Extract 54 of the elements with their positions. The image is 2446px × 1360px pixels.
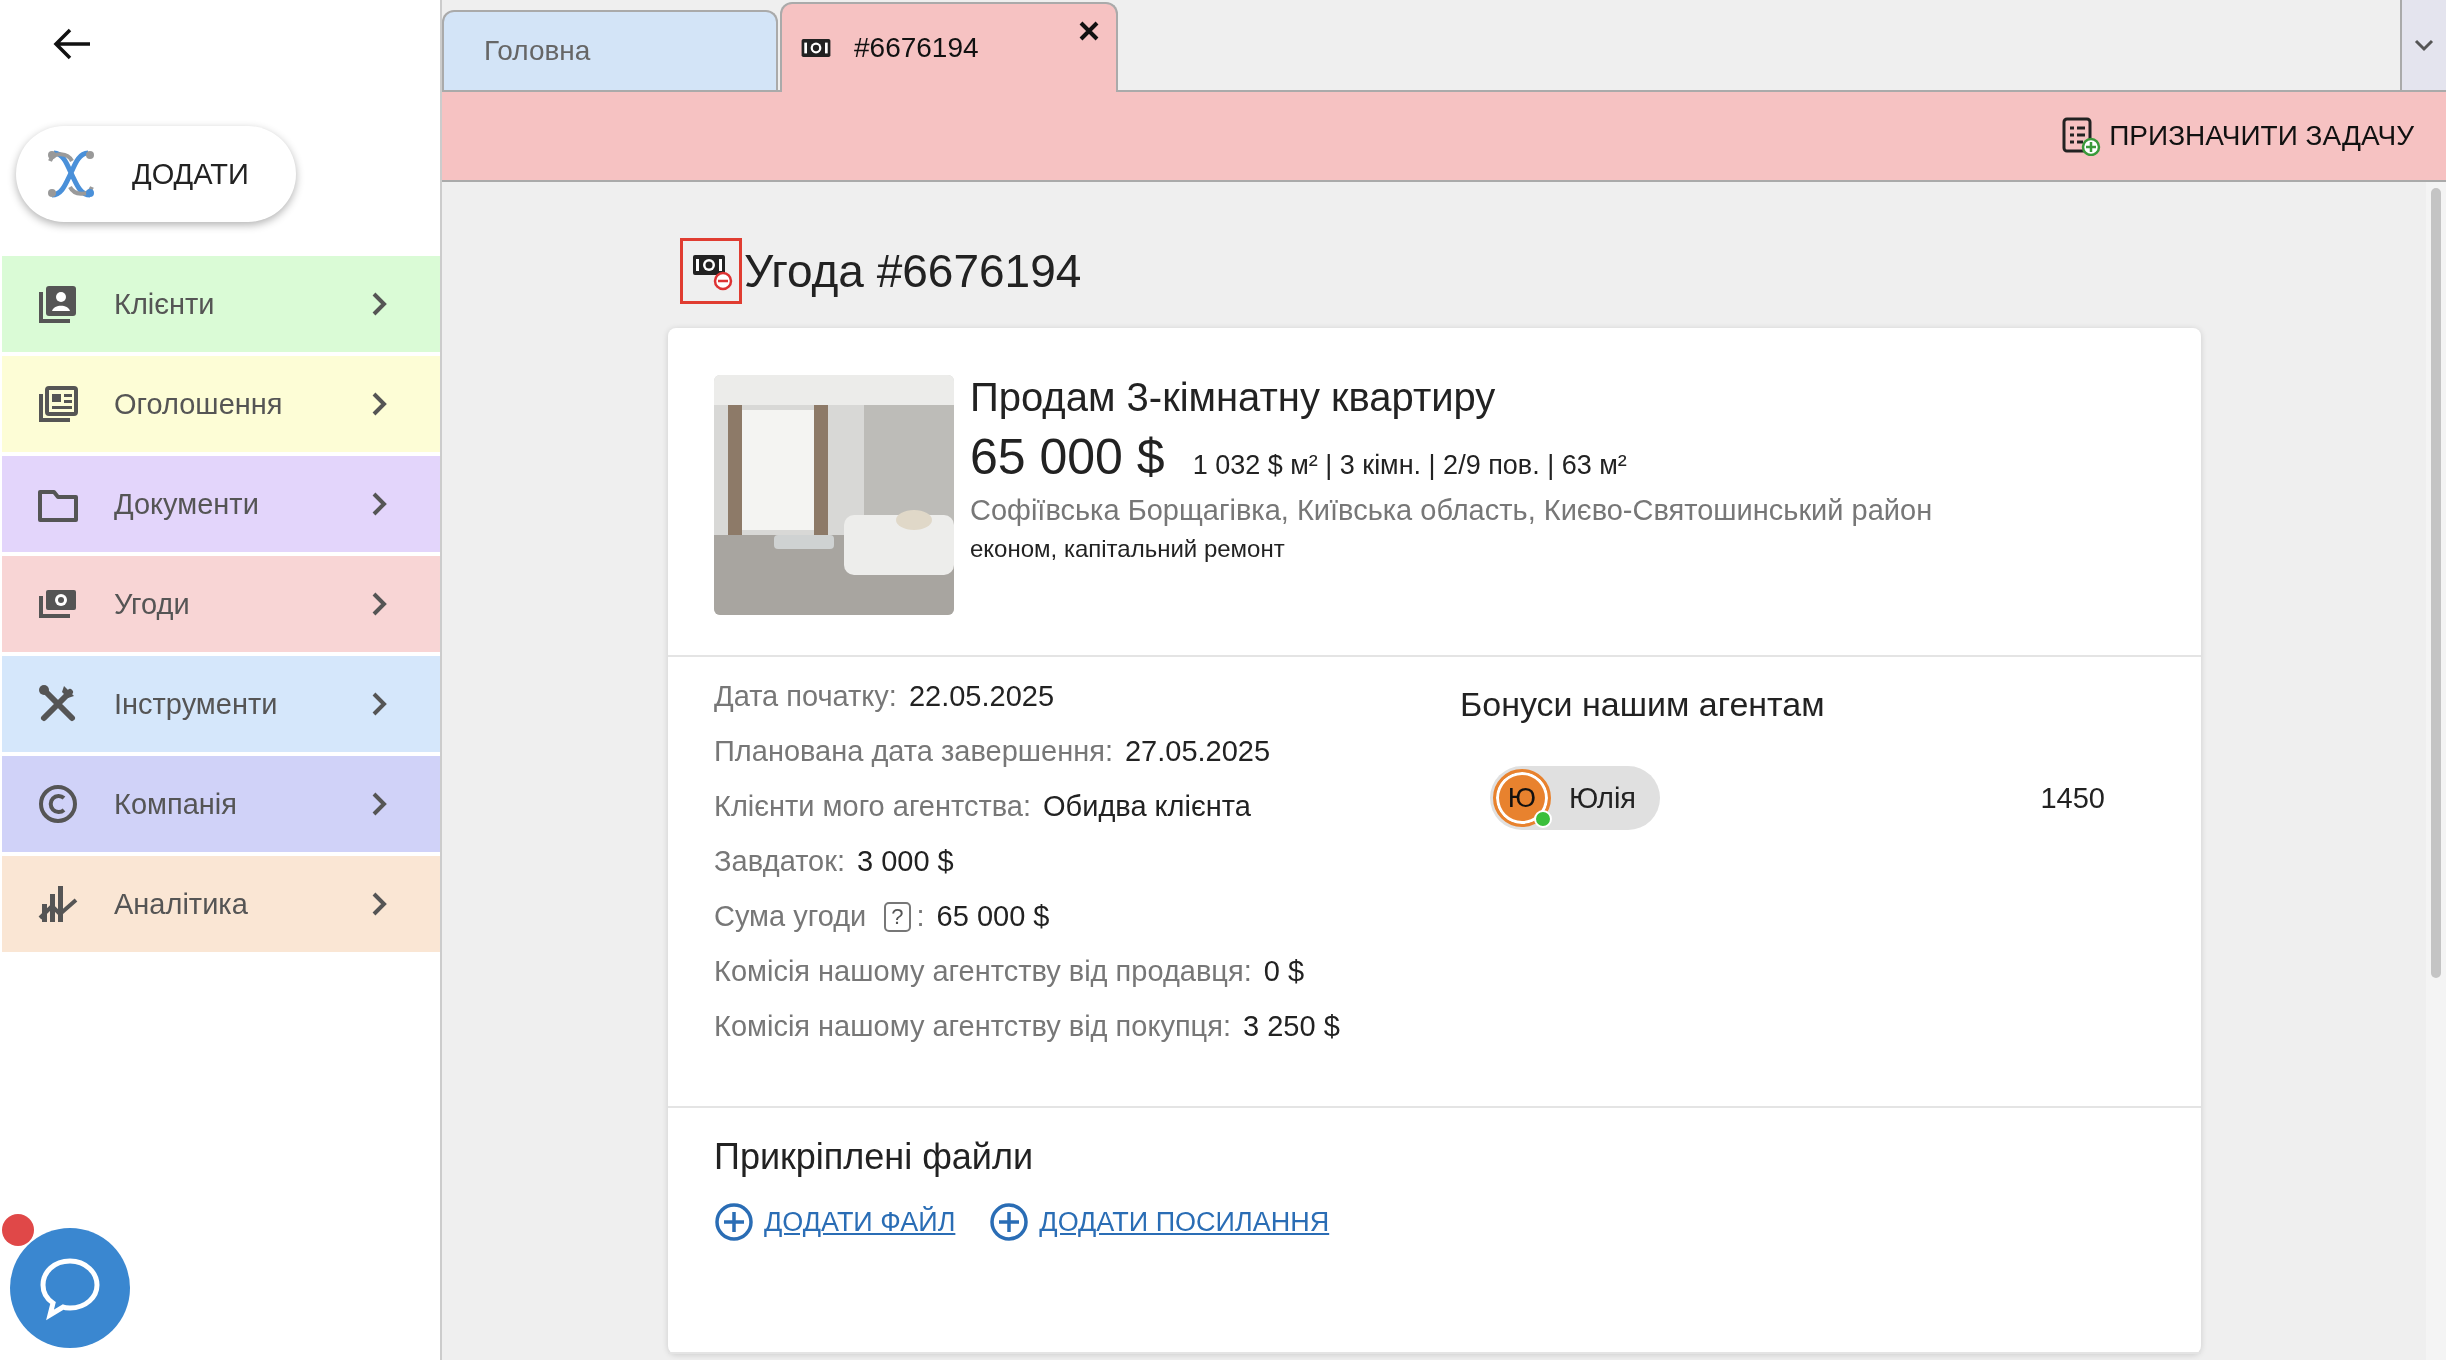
listing-specs: 1 032 $ м² | 3 кімн. | 2/9 пов. | 63 м² bbox=[1192, 450, 1627, 481]
detail-label: Клієнти мого агентства: bbox=[714, 789, 1032, 824]
bonus-amount: 1450 bbox=[2040, 781, 2105, 815]
detail-value: 3 000 $ bbox=[856, 844, 954, 879]
sidebar-item-label: Інструменти bbox=[114, 687, 279, 721]
sidebar-item[interactable]: Клієнти bbox=[2, 256, 440, 352]
assign-task-button[interactable]: ПРИЗНАЧИТИ ЗАДАЧУ bbox=[2055, 115, 2420, 157]
sidebar-item-label: Документи bbox=[114, 487, 260, 521]
add-button[interactable]: ДОДАТИ bbox=[16, 126, 296, 222]
agent-chip[interactable]: Ю Юлія bbox=[1490, 766, 1661, 830]
detail-label: Дата початку: bbox=[714, 679, 897, 714]
detail-label: Завдаток: bbox=[714, 844, 845, 879]
avatar: Ю bbox=[1493, 769, 1551, 827]
add-link[interactable]: ДОДАТИ ФАЙЛ bbox=[714, 1202, 956, 1242]
tab[interactable]: Головна bbox=[442, 10, 778, 90]
sidebar-item[interactable]: Оголошення bbox=[2, 356, 440, 452]
detail-value: 22.05.2025 bbox=[908, 679, 1055, 714]
detail-label: Комісія нашому агентству від продавця: bbox=[714, 954, 1252, 989]
plus-circle-icon bbox=[714, 1202, 754, 1242]
listing-tags: економ, капітальний ремонт bbox=[970, 535, 1933, 563]
listing-address: Софіївська Борщагівка, Київська область, Києво-Святошинський район bbox=[970, 494, 1933, 527]
deal-title: Угода #6676194 bbox=[744, 244, 1082, 298]
detail-value: 0 $ bbox=[1263, 954, 1305, 989]
scrollbar-thumb[interactable] bbox=[2431, 188, 2441, 978]
sidebar-item[interactable]: Документи bbox=[2, 456, 440, 552]
section-title: Бонуси нашим агентам bbox=[1460, 685, 1826, 724]
tab[interactable]: #6676194 bbox=[780, 2, 1118, 92]
listing-price: 65 000 $ bbox=[970, 428, 1165, 486]
sidebar-item[interactable]: Компанія bbox=[2, 756, 440, 852]
detail-label: Планована дата завершення: bbox=[714, 734, 1113, 769]
sidebar-item[interactable]: Аналітика bbox=[2, 856, 440, 952]
sidebar-item-label: Клієнти bbox=[114, 287, 216, 321]
listing-title: Продам 3-кімнатну квартиру bbox=[970, 375, 1497, 420]
section-title: Прикріплені файли bbox=[714, 1136, 1035, 1178]
detail-value: 3 250 $ bbox=[1243, 1009, 1340, 1044]
sidebar-item-label: Аналітика bbox=[114, 887, 249, 921]
plus-circle-icon bbox=[989, 1202, 1030, 1242]
detail-value: Обидва клієнта bbox=[1043, 789, 1251, 824]
detail-label: Комісія нашому агентству від покупця: bbox=[714, 1009, 1231, 1044]
add-link[interactable]: ДОДАТИ ПОСИЛАННЯ bbox=[989, 1202, 1330, 1242]
detail-value: 27.05.2025 bbox=[1124, 734, 1271, 769]
sidebar-item[interactable]: Угоди bbox=[2, 556, 440, 652]
sidebar-item-label: Угоди bbox=[114, 587, 191, 621]
sidebar-item[interactable]: Інструменти bbox=[2, 656, 440, 752]
sidebar-item-label: Компанія bbox=[114, 787, 238, 821]
chevron-down-icon bbox=[2413, 38, 2435, 52]
help-icon[interactable]: ? bbox=[884, 901, 911, 932]
sidebar-item-label: Оголошення bbox=[114, 387, 284, 421]
copyright-icon bbox=[36, 782, 80, 826]
detail-value: 65 000 $ bbox=[936, 899, 1050, 934]
detail-label: : bbox=[916, 899, 925, 934]
close-icon[interactable] bbox=[1078, 20, 1100, 42]
detail-label: Сума угоди bbox=[714, 899, 867, 934]
task-add-icon bbox=[2061, 116, 2102, 156]
